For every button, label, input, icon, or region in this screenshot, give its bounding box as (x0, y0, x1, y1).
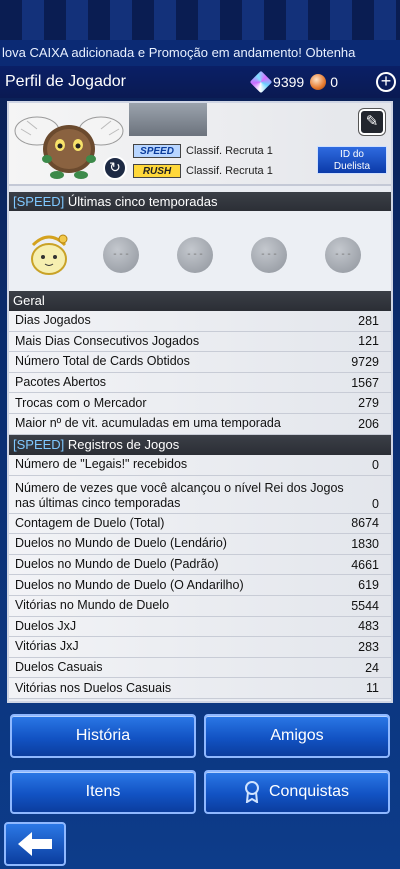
records-header-text: Registros de Jogos (64, 437, 180, 452)
list-item: Duelos no Mundo de Duelo (O Andarilho) 61… (9, 575, 391, 596)
list-item: Trocas com o Mercador 279 (9, 393, 391, 414)
rush-rank-row: RUSH Classif. Recruta 1 (133, 163, 273, 179)
list-item: Vitórias no Mundo de Duelo 5544 (9, 595, 391, 617)
stat-label: Duelos no Mundo de Duelo (Lendário) (15, 536, 227, 551)
stat-label: Vitórias JxJ (15, 639, 79, 654)
rush-rank: Classif. Recruta 1 (186, 165, 273, 177)
gem-count: 9399 (273, 74, 305, 90)
season-slot: - - - (103, 237, 139, 273)
season-slot: - - - (325, 237, 361, 273)
list-item: Número de vezes que você alcançou o níve… (9, 475, 391, 514)
duelist-id-button[interactable]: ID do Duelista (317, 146, 387, 174)
ribbon-icon (244, 780, 259, 803)
season-slot: - - - (251, 237, 287, 273)
gem-counter: 9399 (249, 70, 305, 94)
stat-label: Pacotes Abertos (15, 375, 107, 390)
list-item: Duelos no Mundo de Duelo (Lendário) 1830 (9, 534, 391, 555)
stat-value: 0 (372, 457, 379, 472)
records-header-prefix: [SPEED] (13, 437, 65, 452)
back-button[interactable] (4, 822, 66, 866)
records-header: [SPEED] Registros de Jogos (9, 435, 391, 455)
stat-value: 9729 (351, 354, 379, 369)
list-item: Duelos JxJ 483 (9, 616, 391, 638)
season-rank-medal-icon[interactable] (25, 231, 73, 279)
stat-value: 24 (365, 660, 379, 675)
items-button[interactable]: Itens (10, 770, 196, 814)
seasons-header-prefix: [SPEED] (13, 194, 65, 209)
orb-counter: 0 (310, 74, 338, 90)
stat-label: Duelos JxJ (15, 618, 77, 633)
stat-value: 0 (372, 496, 379, 511)
stat-value: 4661 (351, 557, 379, 572)
page-title: Perfil de Jogador (5, 73, 126, 90)
list-item: Mais Dias Consecutivos Jogados 121 (9, 331, 391, 353)
orb-count: 0 (330, 74, 338, 90)
speed-rank-row: SPEED Classif. Recruta 1 (133, 143, 273, 159)
news-ticker[interactable]: lova CAIXA adicionada e Promoção em anda… (0, 40, 400, 66)
profile-card: ✎ ↻ SPEED Classif. Recruta 1 RUSH Classi… (9, 103, 391, 186)
list-item: Pacotes Abertos 1567 (9, 372, 391, 394)
duelist-id-label-1: ID do (340, 149, 364, 160)
sync-icon[interactable]: ↻ (103, 156, 127, 180)
stat-label: Contagem de Duelo (Total) (15, 515, 165, 530)
friends-button[interactable]: Amigos (204, 714, 390, 758)
stat-value: 619 (358, 578, 379, 593)
list-item: Número Total de Cards Obtidos 9729 (9, 352, 391, 373)
stat-label: Vitórias nos Duelos Casuais (15, 680, 172, 695)
list-item: Dias Jogados 281 (9, 311, 391, 332)
duelist-id-label-2: Duelista (333, 161, 371, 172)
stat-value: 206 (358, 416, 379, 431)
history-button[interactable]: História (10, 714, 196, 758)
speed-rank: Classif. Recruta 1 (186, 145, 273, 157)
rush-tag: RUSH (133, 164, 181, 178)
stat-value: 281 (358, 313, 379, 328)
header-bar: Perfil de Jogador 9399 0 + (0, 66, 400, 98)
stat-value: 121 (358, 334, 379, 349)
duelist-name-box (129, 103, 207, 136)
seasons-header-text: Últimas cinco temporadas (64, 194, 218, 209)
stat-label: Maior nº de vit. acumuladas em uma tempo… (15, 416, 281, 431)
stat-value: 5544 (351, 598, 379, 613)
stat-label: Duelos no Mundo de Duelo (O Andarilho) (15, 577, 244, 592)
stat-label: Trocas com o Mercador (15, 395, 147, 410)
profile-panel: ✎ ↻ SPEED Classif. Recruta 1 RUSH Classi… (7, 101, 393, 703)
list-item: Duelos Casuais 24 (9, 657, 391, 679)
season-slot: - - - (177, 237, 213, 273)
stat-value: 11 (366, 681, 379, 696)
list-item: Maior nº de vit. acumuladas em uma tempo… (9, 413, 391, 435)
season-results: - - - - - - - - - - - - (9, 211, 391, 291)
stat-label: Vitórias no Mundo de Duelo (15, 598, 170, 613)
gem-icon (249, 70, 273, 94)
stat-label: Número Total de Cards Obtidos (15, 354, 190, 369)
list-item: Vitórias nos Duelos Casuais 11 (9, 678, 391, 699)
stat-value: 483 (358, 619, 379, 634)
stat-label: Dias Jogados (15, 313, 91, 328)
general-header: Geral (9, 291, 391, 311)
orb-icon (310, 74, 327, 90)
stat-value: 1830 (351, 536, 379, 551)
stat-label: Número de "Legais!" recebidos (15, 457, 188, 472)
achievements-button[interactable]: Conquistas (204, 770, 390, 814)
stat-value: 1567 (351, 375, 379, 390)
stat-value: 8674 (351, 516, 379, 531)
stat-value: 279 (358, 396, 379, 411)
list-item: Duelos no Mundo de Duelo (Padrão) 4661 (9, 554, 391, 576)
back-arrow-icon (18, 832, 52, 856)
add-currency-button[interactable]: + (376, 72, 396, 92)
general-stats-list: Dias Jogados 281 Mais Dias Consecutivos J… (9, 311, 391, 435)
records-list: Número de "Legais!" recebidos 0 Número de… (9, 455, 391, 699)
edit-profile-button[interactable]: ✎ (359, 109, 385, 135)
stat-label: Duelos Casuais (15, 660, 103, 675)
stat-label: Número de vezes que você alcançou o níve… (15, 480, 344, 510)
seasons-header: [SPEED] Últimas cinco temporadas (9, 192, 391, 212)
stat-value: 283 (358, 639, 379, 654)
top-decoration (0, 0, 400, 40)
list-item: Vitórias JxJ 283 (9, 637, 391, 658)
stat-label: Duelos no Mundo de Duelo (Padrão) (15, 557, 219, 572)
stat-label: Mais Dias Consecutivos Jogados (15, 333, 200, 348)
achievements-label: Conquistas (268, 783, 350, 800)
speed-tag: SPEED (133, 144, 181, 158)
list-item: Contagem de Duelo (Total) 8674 (9, 513, 391, 535)
list-item: Número de "Legais!" recebidos 0 (9, 455, 391, 476)
